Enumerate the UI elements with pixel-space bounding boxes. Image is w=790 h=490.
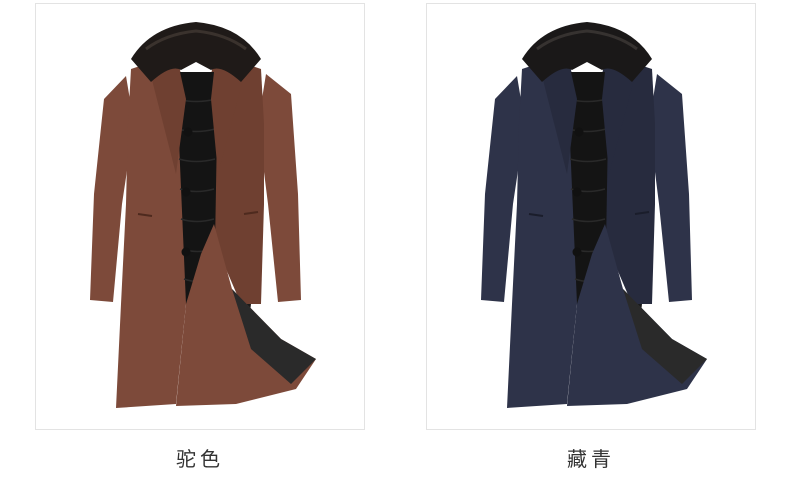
coat-button <box>572 187 582 197</box>
coat-button <box>181 187 191 197</box>
product-color-gallery: 驼色 藏青 <box>0 0 790 490</box>
coat-button <box>572 247 582 257</box>
product-image-card-navy[interactable] <box>426 3 756 430</box>
coat-button <box>181 247 191 257</box>
coat-right-sleeve <box>258 74 301 302</box>
coat-button <box>574 127 584 137</box>
color-label-brown: 驼色 <box>176 447 224 471</box>
coat-button <box>183 127 193 137</box>
coat-photo-brown <box>90 22 316 408</box>
color-label-navy: 藏青 <box>567 447 615 471</box>
coat-right-sleeve <box>649 74 692 302</box>
product-image-card-brown[interactable] <box>35 3 365 430</box>
coat-photo-navy <box>481 22 707 408</box>
